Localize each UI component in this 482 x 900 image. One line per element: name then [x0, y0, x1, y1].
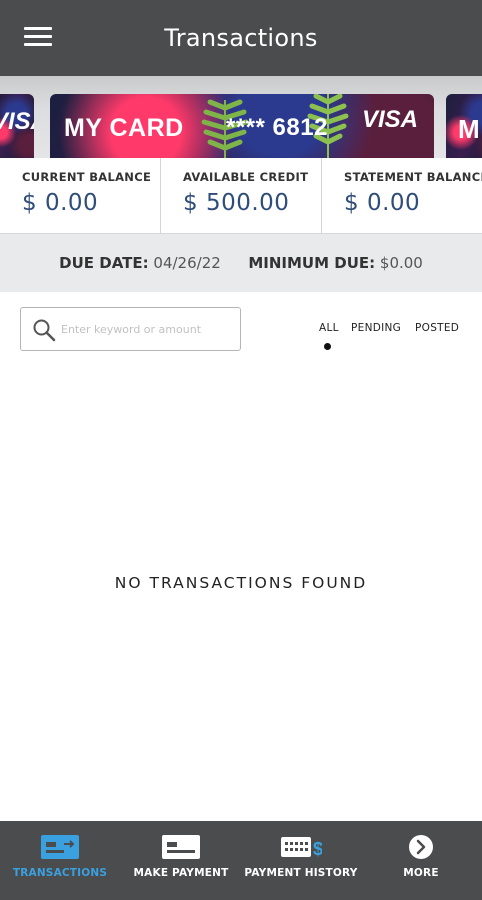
minimum-due-value: $0.00 — [379, 254, 423, 272]
available-credit-value: $ 500.00 — [183, 190, 290, 216]
current-balance-value: $ 0.00 — [22, 190, 99, 216]
filter-all[interactable]: ALL — [319, 322, 339, 334]
search-box[interactable] — [20, 307, 241, 351]
balance-summary: CURRENT BALANCE $ 0.00 AVAILABLE CREDIT … — [0, 158, 482, 234]
visa-logo: VISA — [0, 108, 34, 135]
due-date-label: DUE DATE: — [59, 254, 149, 272]
selected-filter-indicator — [324, 343, 331, 350]
tab-more-label: MORE — [403, 867, 439, 879]
tab-make-payment-label: MAKE PAYMENT — [133, 867, 229, 879]
available-credit: AVAILABLE CREDIT $ 500.00 — [160, 158, 321, 234]
card-selected[interactable]: MY CARD **** 6812 VISA — [50, 94, 434, 158]
tab-payment-history[interactable]: $ PAYMENT HISTORY — [241, 821, 361, 900]
card-number: **** 6812 — [226, 114, 328, 141]
card-name: MY CARD — [64, 114, 184, 142]
chevron-right-circle-icon — [409, 835, 433, 859]
bottom-tab-bar: TRANSACTIONS MAKE PAYMENT $ PAYMENT HIST… — [0, 821, 482, 900]
transactions-card-icon — [41, 835, 79, 859]
current-balance: CURRENT BALANCE $ 0.00 — [0, 158, 160, 234]
filter-posted[interactable]: POSTED — [415, 322, 459, 334]
filter-pending[interactable]: PENDING — [351, 322, 401, 334]
current-balance-label: CURRENT BALANCE — [22, 170, 152, 184]
card-previous[interactable]: VISA — [0, 94, 34, 158]
card-name-partial: M — [458, 114, 480, 144]
statement-balance-label: STATEMENT BALANCE — [344, 170, 482, 184]
due-date-value: 04/26/22 — [153, 254, 221, 272]
visa-logo: VISA — [362, 106, 419, 133]
empty-state-message: NO TRANSACTIONS FOUND — [114, 574, 368, 592]
page-title: Transactions — [164, 24, 318, 52]
payment-card-icon — [162, 835, 200, 859]
statement-balance: STATEMENT BALANCE $ 0.00 — [321, 158, 482, 234]
minimum-due-label: MINIMUM DUE: — [248, 254, 376, 272]
search-icon — [33, 319, 56, 342]
statement-balance-value: $ 0.00 — [344, 190, 421, 216]
payment-history-icon: $ — [281, 837, 322, 859]
card-next[interactable]: M — [446, 94, 482, 158]
tab-payment-history-label: PAYMENT HISTORY — [244, 867, 358, 879]
available-credit-label: AVAILABLE CREDIT — [183, 170, 309, 184]
tab-make-payment[interactable]: MAKE PAYMENT — [121, 821, 241, 900]
due-info-bar: DUE DATE: 04/26/22 MINIMUM DUE: $0.00 — [0, 234, 482, 292]
app-header: Transactions — [0, 0, 482, 76]
card-carousel[interactable]: VISA MY CARD **** 6812 VISA M — [0, 76, 482, 158]
svg-text:$: $ — [313, 839, 322, 859]
tab-transactions-label: TRANSACTIONS — [12, 867, 108, 879]
tab-more[interactable]: MORE — [361, 821, 481, 900]
search-input[interactable] — [61, 318, 231, 340]
tab-transactions[interactable]: TRANSACTIONS — [0, 821, 120, 900]
